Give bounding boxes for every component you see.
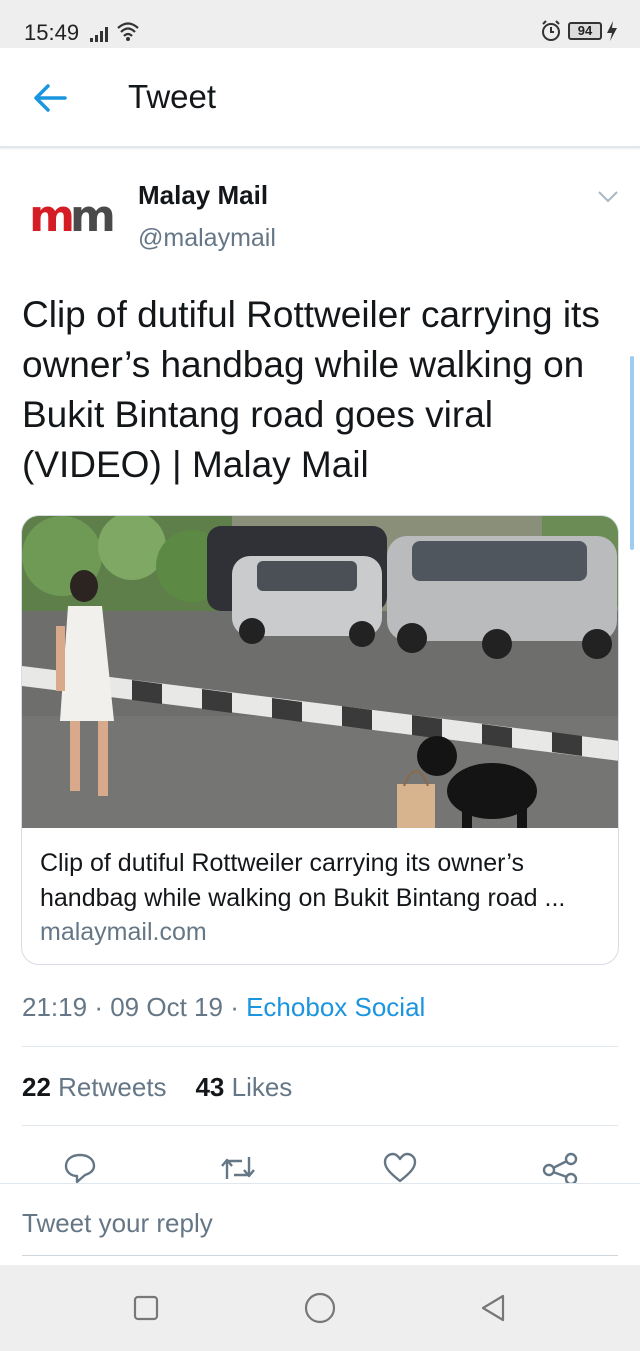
status-time: 15:49 xyxy=(24,20,80,45)
author-name[interactable]: Malay Mail xyxy=(138,180,268,211)
retweet-icon xyxy=(221,1157,255,1179)
home-icon xyxy=(304,1292,336,1324)
home-button[interactable] xyxy=(297,1285,343,1331)
meta-separator: · xyxy=(94,992,103,1022)
battery-icon: 94 xyxy=(568,22,602,40)
likes-label: Likes xyxy=(231,1072,293,1102)
meta-separator: · xyxy=(230,992,239,1022)
avatar-logo: mm xyxy=(29,190,116,242)
divider xyxy=(22,1046,618,1047)
like-icon xyxy=(383,1152,417,1183)
tweet-time: 21:19 xyxy=(22,992,88,1022)
tweet-date: 09 Oct 19 xyxy=(110,992,223,1022)
divider xyxy=(22,1125,618,1126)
status-bar: 15:49 94 xyxy=(0,0,640,48)
nav-back-button[interactable] xyxy=(470,1285,516,1331)
reply-icon xyxy=(64,1153,96,1184)
tweet-stats: 22 Retweets 43 Likes xyxy=(22,1072,292,1103)
retweets-label: Retweets xyxy=(58,1072,167,1102)
retweets-stat[interactable]: 22 Retweets xyxy=(22,1072,167,1102)
likes-stat[interactable]: 43 Likes xyxy=(195,1072,292,1102)
tweet-source-link[interactable]: Echobox Social xyxy=(246,992,425,1022)
retweets-count: 22 xyxy=(22,1072,51,1102)
recents-button[interactable] xyxy=(123,1285,169,1331)
scrollbar[interactable] xyxy=(630,356,634,550)
back-button[interactable] xyxy=(28,76,72,120)
app-header: Tweet xyxy=(0,48,640,148)
chevron-down-icon[interactable] xyxy=(596,186,620,206)
wifi-icon xyxy=(117,22,139,41)
link-card[interactable]: Clip of dutiful Rottweiler carrying its … xyxy=(21,515,619,965)
arrow-left-icon xyxy=(34,84,67,112)
likes-count: 43 xyxy=(195,1072,225,1102)
retweet-button[interactable] xyxy=(218,1150,258,1186)
recents-icon xyxy=(133,1295,159,1321)
alarm-icon xyxy=(542,20,560,41)
tweet-text: Clip of dutiful Rottweiler carrying its … xyxy=(22,294,600,485)
reply-underline xyxy=(22,1255,618,1256)
card-image xyxy=(22,516,618,828)
share-icon xyxy=(542,1152,578,1184)
back-icon xyxy=(481,1294,505,1322)
card-domain: malaymail.com xyxy=(40,918,207,946)
avatar[interactable]: mm xyxy=(22,168,118,264)
card-title: Clip of dutiful Rottweiler carrying its … xyxy=(40,849,566,912)
reply-button[interactable] xyxy=(60,1150,100,1186)
like-button[interactable] xyxy=(380,1150,420,1186)
charging-icon xyxy=(607,21,617,41)
page-title: Tweet xyxy=(128,78,217,115)
signal-icon xyxy=(90,27,108,42)
author-handle[interactable]: @malaymail xyxy=(138,224,276,253)
share-button[interactable] xyxy=(540,1150,580,1186)
tweet-meta: 21:19 · 09 Oct 19 · Echobox Social xyxy=(22,992,425,1023)
reply-input[interactable]: Tweet your reply xyxy=(22,1208,213,1239)
system-nav-bar xyxy=(0,1265,640,1351)
